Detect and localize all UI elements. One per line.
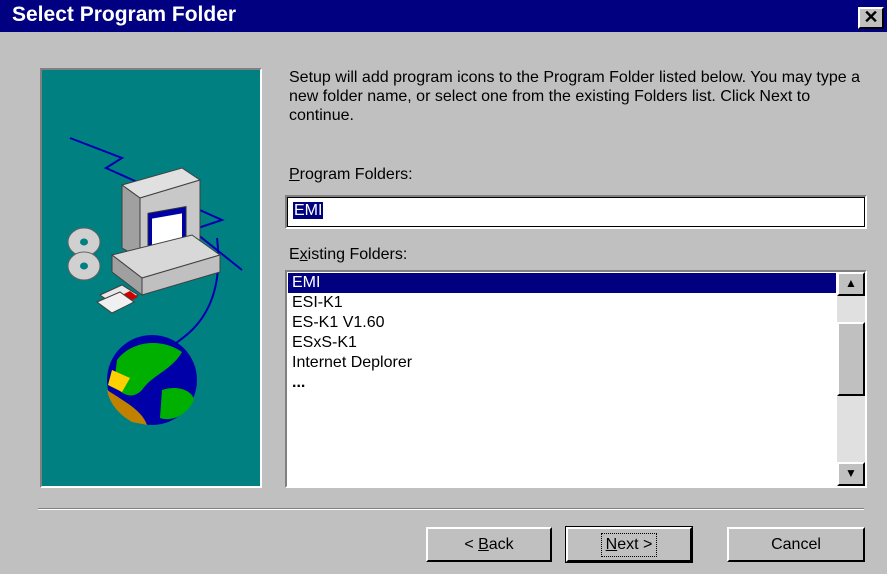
setup-illustration (40, 68, 262, 488)
existing-folders-label: Existing Folders: (289, 246, 407, 264)
divider (38, 508, 864, 510)
floppy-disk-icon (96, 284, 140, 314)
cd-icon (67, 227, 101, 281)
cancel-button[interactable]: Cancel (727, 527, 865, 562)
list-item[interactable]: ESxS-K1 (288, 333, 836, 353)
scroll-up-arrow-icon: ▲ (845, 276, 857, 290)
program-folders-label: Program Folders: (289, 166, 413, 184)
focus-rect: Next > (600, 533, 658, 557)
scroll-up-button[interactable]: ▲ (837, 272, 865, 296)
window-title: Select Program Folder (12, 3, 237, 26)
close-icon: ✕ (863, 7, 879, 27)
label-rest: isting Folders: (307, 246, 408, 263)
back-button[interactable]: < Back (426, 527, 552, 562)
scroll-thumb[interactable] (837, 322, 865, 396)
back-prefix: < (464, 536, 479, 553)
next-accelerator: N (605, 536, 618, 553)
folder-items: EMI ESI-K1 ES-K1 V1.60 ESxS-K1 Internet … (288, 273, 836, 393)
back-accelerator: B (478, 536, 489, 553)
computer-icon (110, 167, 222, 297)
list-item[interactable]: ... (288, 373, 836, 393)
scroll-down-arrow-icon: ▼ (845, 466, 857, 480)
instructions-text: Setup will add program icons to the Prog… (289, 69, 860, 124)
list-item[interactable]: ES-K1 V1.60 (288, 313, 836, 333)
program-folder-value: EMI (293, 202, 324, 219)
next-rest: ext > (617, 536, 653, 553)
list-item[interactable]: EMI (288, 273, 836, 293)
list-item[interactable]: Internet Deplorer (288, 353, 836, 373)
setup-illustration-art (67, 137, 243, 425)
list-item[interactable]: ESI-K1 (288, 293, 836, 313)
back-rest: ack (488, 536, 514, 553)
close-button[interactable]: ✕ (858, 7, 884, 29)
label-rest: rogram Folders: (299, 166, 413, 183)
label-prefix: E (289, 246, 300, 263)
title-bar: Select Program Folder ✕ (0, 0, 887, 32)
label-accelerator: P (289, 166, 300, 183)
scroll-down-button[interactable]: ▼ (837, 462, 865, 486)
program-folder-input[interactable]: EMI (285, 195, 867, 229)
existing-folders-list[interactable]: EMI ESI-K1 ES-K1 V1.60 ESxS-K1 Internet … (285, 270, 867, 488)
vertical-scrollbar[interactable]: ▲ ▼ (837, 272, 865, 486)
label-accelerator: x (299, 246, 308, 263)
globe-icon (107, 335, 197, 425)
next-button[interactable]: Next > (565, 526, 693, 563)
